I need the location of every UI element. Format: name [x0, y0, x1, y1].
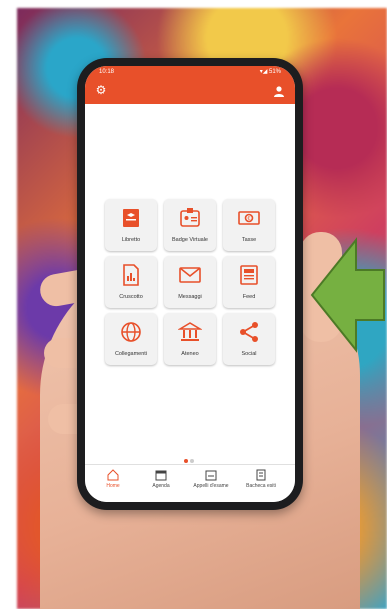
bottom-tab-bar: Home Agenda Appelli d'esame Bacheca esit… [85, 464, 295, 502]
svg-text:€: € [247, 216, 250, 222]
tile-label: Badge Virtuale [172, 237, 208, 243]
messaggi-icon [179, 267, 201, 283]
tab-bacheca[interactable]: Bacheca esiti [241, 469, 281, 489]
app-bar: ⚙ [85, 78, 295, 104]
home-icon [107, 469, 119, 481]
tile-cruscotto[interactable]: Cruscotto [105, 256, 157, 308]
tile-libretto[interactable]: Libretto [105, 199, 157, 251]
tile-label: Ateneo [181, 351, 199, 357]
phone-screen: 10:18 ▾◢ 51% ⚙ Libretto Badge Virtuale €… [85, 66, 295, 502]
menu-grid: Libretto Badge Virtuale € Tasse Cruscott… [105, 199, 277, 365]
tile-collegamenti[interactable]: Collegamenti [105, 313, 157, 365]
tile-feed[interactable]: Feed [223, 256, 275, 308]
ateneo-icon [178, 322, 202, 341]
tile-label: Libretto [121, 237, 141, 243]
feed-icon [240, 265, 258, 285]
cruscotto-icon [123, 264, 139, 286]
tile-label: Tasse [241, 237, 257, 243]
page-dot-active[interactable] [184, 459, 188, 463]
tile-badge-virtuale[interactable]: Badge Virtuale [164, 199, 216, 251]
libretto-icon [123, 209, 139, 227]
tab-appelli[interactable]: Appelli d'esame [191, 469, 231, 489]
bacheca-icon [256, 469, 266, 481]
tile-ateneo[interactable]: Ateneo [164, 313, 216, 365]
page-dot[interactable] [190, 459, 194, 463]
gear-icon[interactable]: ⚙ [95, 84, 107, 96]
tile-label: Social [241, 351, 257, 357]
tab-label: Agenda [152, 483, 170, 489]
status-indicators: ▾◢ 51% [259, 69, 281, 75]
status-time: 10:18 [99, 69, 115, 75]
tile-tasse[interactable]: € Tasse [223, 199, 275, 251]
tile-messaggi[interactable]: Messaggi [164, 256, 216, 308]
tile-label: Messaggi [178, 294, 202, 300]
tile-label: Feed [242, 294, 256, 300]
status-bar: 10:18 ▾◢ 51% [85, 66, 295, 78]
badge-icon [180, 208, 200, 227]
collegamenti-icon [121, 322, 141, 342]
tile-social[interactable]: Social [223, 313, 275, 365]
user-icon[interactable] [273, 84, 285, 97]
arrow-left-icon [310, 237, 385, 353]
agenda-icon [155, 470, 167, 481]
appelli-icon [205, 470, 217, 481]
tasse-icon: € [238, 211, 260, 225]
social-icon [240, 322, 258, 342]
tab-label: Appelli d'esame [193, 483, 229, 489]
tab-label: Bacheca esiti [246, 483, 276, 489]
tab-agenda[interactable]: Agenda [141, 469, 181, 489]
tab-home[interactable]: Home [93, 469, 133, 489]
tile-label: Collegamenti [114, 351, 148, 357]
tile-label: Cruscotto [119, 294, 143, 300]
tab-label: Home [106, 483, 120, 489]
